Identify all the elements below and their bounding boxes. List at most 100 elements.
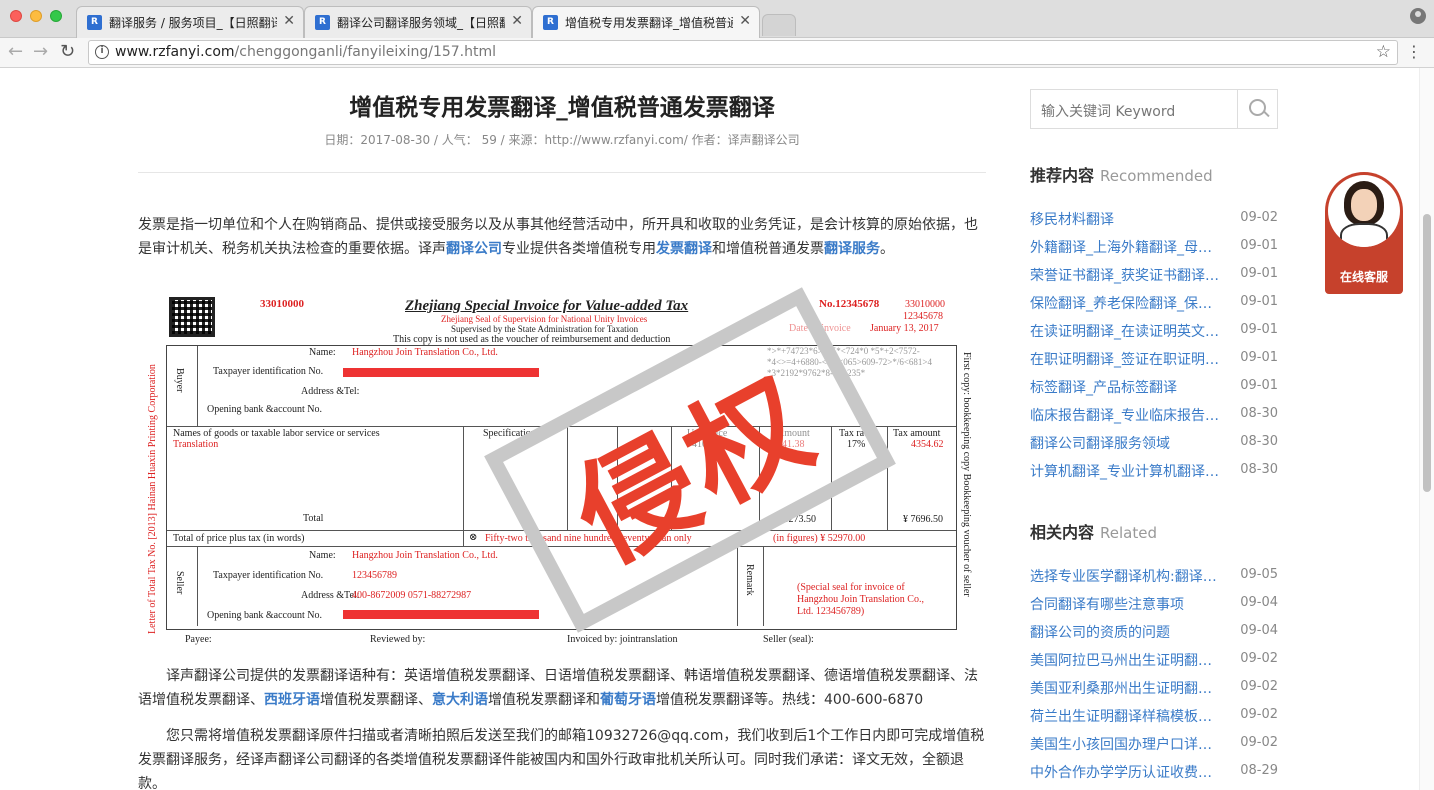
close-tab-icon[interactable]: ✕ — [283, 13, 295, 29]
related-list: 选择专业医学翻译机构:翻译公司 09-05 合同翻译有哪些注意事项 09-04 翻译… — [1030, 562, 1278, 786]
item-date: 09-04 — [1240, 623, 1278, 638]
item-title[interactable]: 翻译公司的资质的问题 — [1030, 622, 1224, 642]
service-agent-avatar — [1328, 175, 1400, 247]
item-date: 08-30 — [1240, 462, 1278, 477]
address-label: Address &Tel: — [301, 386, 360, 397]
list-item[interactable]: 美国生小孩回国办理户口详细流程 09-02 — [1030, 730, 1278, 758]
maximize-window-button[interactable] — [50, 10, 62, 22]
item-date: 09-02 — [1240, 735, 1278, 750]
minimize-window-button[interactable] — [30, 10, 42, 22]
heading-en: Recommended — [1100, 167, 1213, 185]
item-title[interactable]: 荣誉证书翻译_获奖证书翻译_证书 — [1030, 265, 1224, 285]
item-title[interactable]: 在职证明翻译_签证在职证明翻译 — [1030, 349, 1224, 369]
browser-tab-3-active[interactable]: R 增值税专用发票翻译_增值税普通 ✕ — [532, 6, 760, 39]
close-tab-icon[interactable]: ✕ — [511, 13, 523, 29]
url-path: /chenggonganli/fanyileixing/157.html — [234, 44, 497, 60]
goods-value: Translation — [173, 439, 219, 450]
close-window-button[interactable] — [10, 10, 22, 22]
text: 和增值税普通发票 — [712, 241, 824, 257]
heading-en: Related — [1100, 524, 1157, 542]
list-item[interactable]: 外籍翻译_上海外籍翻译_母语翻译 09-01 — [1030, 233, 1278, 261]
list-item[interactable]: 保险翻译_养老保险翻译_保险单翻译 09-01 — [1030, 289, 1278, 317]
list-item[interactable]: 翻译公司翻译服务领域 08-30 — [1030, 429, 1278, 457]
item-title[interactable]: 荷兰出生证明翻译样稿模板，荷兰 — [1030, 706, 1224, 726]
link-invoice-translation[interactable]: 发票翻译 — [656, 241, 712, 257]
item-title[interactable]: 翻译公司翻译服务领域 — [1030, 433, 1224, 453]
item-title[interactable]: 美国生小孩回国办理户口详细流程 — [1030, 734, 1224, 754]
item-title[interactable]: 外籍翻译_上海外籍翻译_母语翻译 — [1030, 237, 1224, 257]
close-tab-icon[interactable]: ✕ — [739, 13, 751, 29]
info-icon[interactable]: i — [95, 45, 109, 59]
url-host: www.rzfanyi.com — [115, 44, 235, 60]
price-tax-label: Total of price plus tax (in words) — [173, 533, 305, 544]
invoice-date: January 13, 2017 — [870, 323, 939, 334]
url-text[interactable]: www.rzfanyi.com/chenggonganli/fanyileixi… — [115, 44, 496, 60]
item-title[interactable]: 合同翻译有哪些注意事项 — [1030, 594, 1224, 614]
list-item[interactable]: 移民材料翻译 09-02 — [1030, 205, 1278, 233]
invoice-left-vertical-text: Letter of Total Tax No. [2013] Hainan Hu… — [147, 364, 158, 634]
item-title[interactable]: 移民材料翻译 — [1030, 209, 1224, 229]
item-date: 09-02 — [1240, 679, 1278, 694]
invoice-subtitle-2: Supervised by the State Administration f… — [451, 324, 639, 334]
profile-icon[interactable] — [1410, 8, 1426, 24]
list-item[interactable]: 在职证明翻译_签证在职证明翻译 09-01 — [1030, 345, 1278, 373]
article-title: 增值税专用发票翻译_增值税普通发票翻译 — [349, 95, 775, 121]
tax-amount-value: 4354.62 — [911, 439, 944, 450]
item-date: 09-01 — [1240, 322, 1278, 337]
link-spanish[interactable]: 西班牙语 — [264, 692, 320, 708]
item-title[interactable]: 在读证明翻译_在读证明英文翻译 — [1030, 321, 1224, 341]
list-item[interactable]: 选择专业医学翻译机构:翻译公司 09-05 — [1030, 562, 1278, 590]
link-portuguese[interactable]: 葡萄牙语 — [600, 692, 656, 708]
browser-tab-1[interactable]: R 翻译服务 / 服务项目_【日照翻译 ✕ — [76, 6, 304, 38]
new-tab-button[interactable] — [762, 14, 796, 36]
link-translation-company[interactable]: 翻译公司 — [446, 241, 502, 257]
seller-address-label: Address &Tel: — [301, 590, 360, 601]
article-paragraph-1: 发票是指一切单位和个人在购销商品、提供或接受服务以及从事其他经营活动中，所开具和… — [138, 213, 986, 261]
seller-tin: 123456789 — [352, 570, 397, 581]
link-italian[interactable]: 意大利语 — [432, 692, 488, 708]
item-title[interactable]: 美国亚利桑那州出生证明翻译样本 — [1030, 678, 1224, 698]
search-input[interactable]: 输入关键词 Keyword — [1041, 101, 1175, 121]
list-item[interactable]: 荣誉证书翻译_获奖证书翻译_证书 09-01 — [1030, 261, 1278, 289]
item-title[interactable]: 美国阿拉巴马州出生证明翻译样本 — [1030, 650, 1224, 670]
list-item[interactable]: 临床报告翻译_专业临床报告翻译 08-30 — [1030, 401, 1278, 429]
item-title[interactable]: 中外合作办学学历认证收费标准 — [1030, 762, 1224, 782]
item-date: 09-02 — [1240, 707, 1278, 722]
list-item[interactable]: 翻译公司的资质的问题 09-04 — [1030, 618, 1278, 646]
bookmark-star-icon[interactable]: ☆ — [1376, 42, 1391, 62]
link-translation-service[interactable]: 翻译服务 — [824, 241, 880, 257]
seller-seal-label: Seller (seal): — [763, 634, 814, 645]
list-item[interactable]: 美国亚利桑那州出生证明翻译样本 09-02 — [1030, 674, 1278, 702]
item-title[interactable]: 保险翻译_养老保险翻译_保险单翻译 — [1030, 293, 1224, 313]
total-label: Total — [303, 513, 324, 524]
reload-icon[interactable]: ↻ — [60, 42, 75, 62]
online-service-widget[interactable]: 在线客服 — [1325, 172, 1403, 294]
item-date: 09-01 — [1240, 294, 1278, 309]
list-item[interactable]: 中外合作办学学历认证收费标准 08-29 — [1030, 758, 1278, 786]
recommended-heading: 推荐内容 Recommended — [1030, 162, 1213, 186]
list-item[interactable]: 美国阿拉巴马州出生证明翻译样本 09-02 — [1030, 646, 1278, 674]
item-title[interactable]: 标签翻译_产品标签翻译 — [1030, 377, 1224, 397]
list-item[interactable]: 在读证明翻译_在读证明英文翻译 09-01 — [1030, 317, 1278, 345]
item-title[interactable]: 计算机翻译_专业计算机翻译公司 — [1030, 461, 1224, 481]
recommended-list: 移民材料翻译 09-02 外籍翻译_上海外籍翻译_母语翻译 09-01 荣誉证书翻译… — [1030, 205, 1278, 485]
forward-arrow-icon[interactable]: → — [33, 42, 48, 62]
scrollbar-track[interactable] — [1419, 68, 1434, 790]
payee-label: Payee: — [185, 634, 212, 645]
list-item[interactable]: 标签翻译_产品标签翻译 09-01 — [1030, 373, 1278, 401]
reviewed-label: Reviewed by: — [370, 634, 426, 645]
list-item[interactable]: 合同翻译有哪些注意事项 09-04 — [1030, 590, 1278, 618]
item-title[interactable]: 选择专业医学翻译机构:翻译公司 — [1030, 566, 1224, 586]
browser-tab-2[interactable]: R 翻译公司翻译服务领域_【日照翻 ✕ — [304, 6, 532, 38]
scrollbar-thumb[interactable] — [1423, 214, 1431, 492]
back-arrow-icon[interactable]: ← — [8, 42, 23, 62]
list-item[interactable]: 计算机翻译_专业计算机翻译公司 08-30 — [1030, 457, 1278, 485]
browser-menu-icon[interactable]: ⋮ — [1406, 43, 1422, 61]
item-title[interactable]: 临床报告翻译_专业临床报告翻译 — [1030, 405, 1224, 425]
list-item[interactable]: 荷兰出生证明翻译样稿模板，荷兰 09-02 — [1030, 702, 1278, 730]
online-service-label[interactable]: 在线客服 — [1325, 268, 1403, 285]
search-icon[interactable] — [1237, 90, 1277, 128]
item-date: 09-05 — [1240, 567, 1278, 582]
address-bar[interactable]: i www.rzfanyi.com/chenggonganli/fanyilei… — [88, 40, 1398, 65]
qr-code-icon — [169, 297, 215, 337]
